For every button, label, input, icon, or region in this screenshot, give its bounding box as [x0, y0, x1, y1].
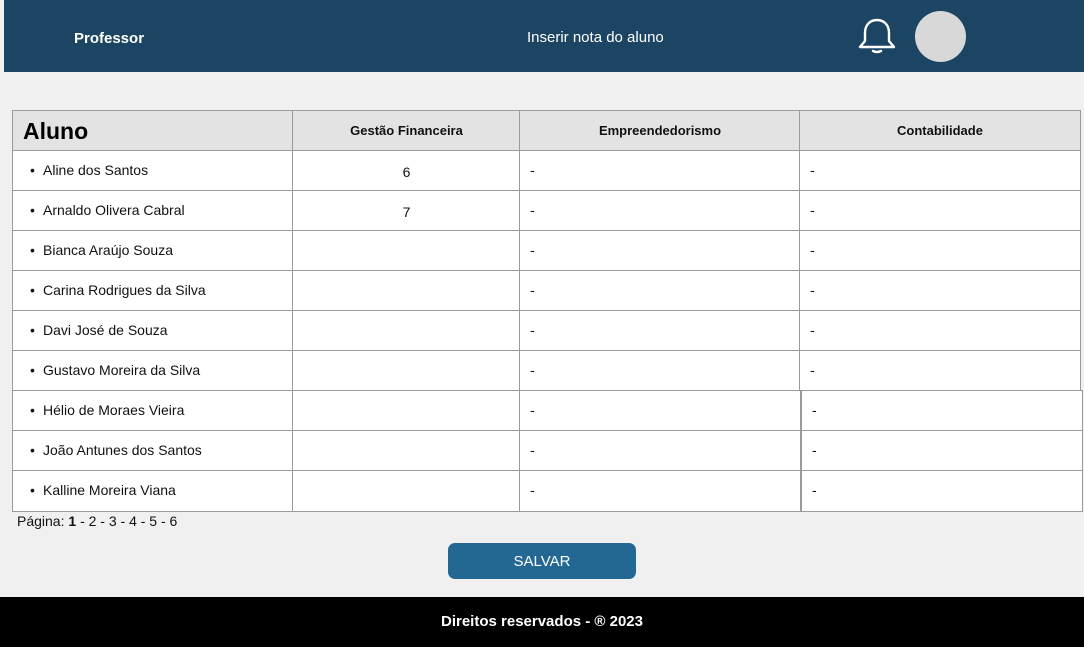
- header-aluno: Aluno: [12, 110, 294, 152]
- bullet-icon: •: [30, 282, 35, 298]
- grade-cell-gestao[interactable]: [292, 430, 521, 472]
- grade-cell-empreendedorismo[interactable]: -: [519, 350, 801, 392]
- student-name-cell: • Bianca Araújo Souza: [12, 230, 294, 272]
- grade-cell-empreendedorismo[interactable]: -: [519, 190, 801, 232]
- grade-value: 7: [402, 204, 411, 220]
- grade-value: -: [810, 242, 815, 258]
- grade-cell-contabilidade[interactable]: -: [801, 390, 1083, 432]
- student-name: Aline dos Santos: [43, 162, 149, 178]
- grade-cell-empreendedorismo[interactable]: -: [519, 270, 801, 312]
- bullet-icon: •: [30, 162, 35, 178]
- header-contabilidade-label: Contabilidade: [897, 123, 983, 138]
- grade-value: 6: [402, 164, 411, 180]
- bullet-icon: •: [30, 442, 35, 458]
- header-contabilidade: Contabilidade: [799, 110, 1081, 152]
- grade-value: -: [530, 362, 535, 378]
- student-name-cell: • Carina Rodrigues da Silva: [12, 270, 294, 312]
- bullet-icon: •: [30, 242, 35, 258]
- grade-cell-gestao[interactable]: 6: [292, 150, 521, 192]
- grade-cell-empreendedorismo[interactable]: -: [519, 430, 801, 472]
- grade-value: -: [530, 322, 535, 338]
- bullet-icon: •: [30, 402, 35, 418]
- bullet-icon: •: [30, 482, 35, 498]
- grade-cell-gestao[interactable]: [292, 310, 521, 352]
- pagination: Página: 1 - 2 - 3 - 4 - 5 - 6: [17, 513, 177, 529]
- grade-cell-contabilidade[interactable]: -: [799, 230, 1081, 272]
- save-button[interactable]: SALVAR: [448, 543, 636, 579]
- grade-cell-gestao[interactable]: [292, 230, 521, 272]
- grade-cell-gestao[interactable]: [292, 470, 521, 512]
- grade-cell-contabilidade[interactable]: -: [799, 270, 1081, 312]
- header-empreendedorismo-label: Empreendedorismo: [598, 123, 722, 138]
- grade-value: -: [530, 282, 535, 298]
- header-aluno-label: Aluno: [23, 118, 89, 144]
- student-name: João Antunes dos Santos: [43, 442, 202, 458]
- bullet-icon: •: [30, 202, 35, 218]
- header-gestao-financeira-label: Gestão Financeira: [350, 123, 463, 138]
- header-empreendedorismo: Empreendedorismo: [519, 110, 801, 152]
- grade-cell-gestao[interactable]: [292, 270, 521, 312]
- grade-value: -: [530, 242, 535, 258]
- grade-value: -: [810, 202, 815, 218]
- pagination-label: Página:: [17, 513, 65, 529]
- grade-cell-contabilidade[interactable]: -: [801, 470, 1083, 512]
- grade-cell-contabilidade[interactable]: -: [799, 150, 1081, 192]
- student-name-cell: • Hélio de Moraes Vieira: [12, 390, 294, 432]
- grade-cell-contabilidade[interactable]: -: [801, 430, 1083, 472]
- grade-value: -: [810, 162, 815, 178]
- page-links[interactable]: - 2 - 3 - 4 - 5 - 6: [80, 513, 177, 529]
- grade-cell-contabilidade[interactable]: -: [799, 350, 1081, 392]
- student-name-cell: • Gustavo Moreira da Silva: [12, 350, 294, 392]
- grade-value: -: [530, 162, 535, 178]
- grade-cell-gestao[interactable]: 7: [292, 190, 521, 232]
- footer: Direitos reservados - ® 2023: [0, 597, 1084, 647]
- grades-table: Aluno Gestão Financeira Empreendedorismo…: [0, 0, 1084, 520]
- grade-value: -: [812, 442, 817, 458]
- grade-cell-empreendedorismo[interactable]: -: [519, 470, 801, 512]
- grade-value: -: [812, 402, 817, 418]
- bullet-icon: •: [30, 362, 35, 378]
- student-name: Carina Rodrigues da Silva: [43, 282, 206, 298]
- student-name: Kalline Moreira Viana: [43, 482, 176, 498]
- grade-cell-gestao[interactable]: [292, 350, 521, 392]
- student-name: Gustavo Moreira da Silva: [43, 362, 201, 378]
- student-name-cell: • Arnaldo Olivera Cabral: [12, 190, 294, 232]
- bullet-icon: •: [30, 322, 35, 338]
- grade-value: -: [810, 322, 815, 338]
- grade-value: -: [530, 442, 535, 458]
- grade-cell-empreendedorismo[interactable]: -: [519, 150, 801, 192]
- student-name: Bianca Araújo Souza: [43, 242, 173, 258]
- student-name-cell: • Davi José de Souza: [12, 310, 294, 352]
- grade-cell-empreendedorismo[interactable]: -: [519, 310, 801, 352]
- student-name: Arnaldo Olivera Cabral: [43, 202, 185, 218]
- grade-value: -: [812, 482, 817, 498]
- student-name-cell: • João Antunes dos Santos: [12, 430, 294, 472]
- grade-value: -: [810, 362, 815, 378]
- grade-value: -: [530, 202, 535, 218]
- grade-value: -: [810, 282, 815, 298]
- grade-cell-empreendedorismo[interactable]: -: [519, 390, 801, 432]
- header-gestao-financeira: Gestão Financeira: [292, 110, 521, 152]
- student-name: Davi José de Souza: [43, 322, 168, 338]
- grade-cell-contabilidade[interactable]: -: [799, 310, 1081, 352]
- page-current[interactable]: 1: [68, 513, 76, 529]
- grade-value: -: [530, 402, 535, 418]
- student-name-cell: • Kalline Moreira Viana: [12, 470, 294, 512]
- footer-text: Direitos reservados - ® 2023: [441, 613, 643, 630]
- grade-cell-gestao[interactable]: [292, 390, 521, 432]
- student-name: Hélio de Moraes Vieira: [43, 402, 185, 418]
- grade-cell-empreendedorismo[interactable]: -: [519, 230, 801, 272]
- student-name-cell: • Aline dos Santos: [12, 150, 294, 192]
- grade-cell-contabilidade[interactable]: -: [799, 190, 1081, 232]
- grade-value: -: [530, 482, 535, 498]
